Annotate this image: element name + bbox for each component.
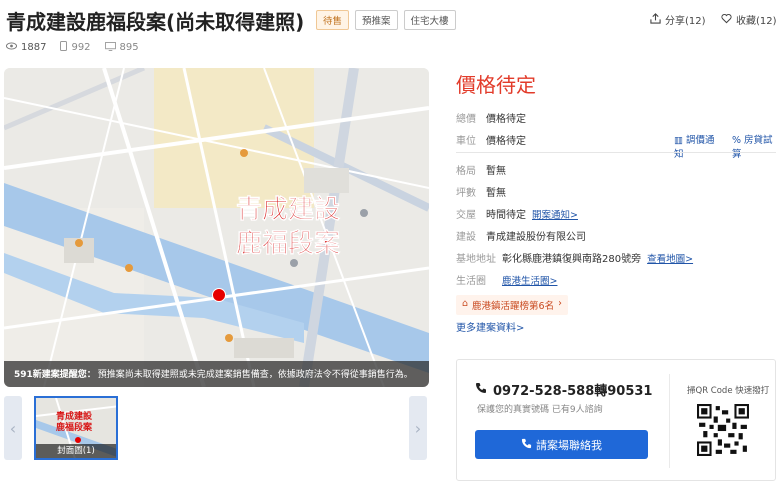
chevron-left-icon: ‹ xyxy=(9,418,17,438)
qr-code-icon xyxy=(697,404,749,456)
thumbnail-cover[interactable]: 青成建設 鹿福段案 封面圖(1) xyxy=(34,396,118,460)
info-row-parking: 車位 價格待定 xyxy=(456,136,526,147)
launch-notify-link[interactable]: 開案通知> xyxy=(532,207,578,221)
percent-icon: % xyxy=(731,135,742,146)
presale-notice: 591新建案提醒您： 預推案尚未取得建照或未完成建案銷售備查，依據政府法令不得從事… xyxy=(4,361,429,387)
total-views: 1887 xyxy=(6,41,46,54)
chart-icon: ▥ xyxy=(674,135,683,146)
price-status: 價格待定 xyxy=(456,73,536,97)
map-overlay-title: 青成建設 鹿福段案 xyxy=(236,195,341,260)
view-map-link[interactable]: 查看地圖> xyxy=(647,251,693,265)
request-callback-button[interactable]: 請案場聯絡我 xyxy=(475,430,648,459)
info-row-area: 坪數 暫無 xyxy=(456,188,506,199)
favorite-label: 收藏(12) xyxy=(736,16,777,27)
phone-icon xyxy=(521,438,532,452)
share-icon xyxy=(650,12,661,27)
info-row-delivery: 交屋 時間待定 開案通知> xyxy=(456,206,578,222)
tag-list: 待售 預推案 住宅大樓 xyxy=(316,10,456,30)
price-tools: ▥ 調價通知 % 房貸試算 xyxy=(674,132,780,160)
heart-icon xyxy=(721,13,732,27)
more-info-link[interactable]: 更多建案資料> xyxy=(456,319,524,334)
qr-label: 掃QR Code 快速撥打 xyxy=(687,386,770,396)
privacy-note: 保護您的真實號碼 已有9人諮詢 xyxy=(477,405,603,415)
type-badge: 住宅大樓 xyxy=(403,10,456,30)
location-pin xyxy=(212,288,226,302)
life-circle-link[interactable]: 鹿港生活圈> xyxy=(502,273,557,287)
divider xyxy=(456,152,776,153)
status-badge: 待售 xyxy=(316,10,350,30)
thumbnail-overlay-title: 青成建設 鹿福段案 xyxy=(56,412,93,433)
loan-calc-link[interactable]: % 房貸試算 xyxy=(732,132,780,160)
pc-views: 895 xyxy=(104,41,139,54)
info-row-address: 基地地址 彰化縣鹿港鎮復興南路280號旁 查看地圖> xyxy=(456,250,693,266)
main-photo[interactable]: 青成建設 鹿福段案 591新建案提醒您： 預推案尚未取得建照或未完成建案銷售備查，… xyxy=(4,68,429,387)
phone-icon xyxy=(475,382,487,398)
thumbnail-caption: 封面圖(1) xyxy=(36,444,116,458)
chevron-right-icon: › xyxy=(558,298,562,309)
page-title: 青成建設鹿福段案(尚未取得建照) xyxy=(6,10,305,34)
favorite-button[interactable]: 收藏(12) xyxy=(721,12,777,27)
info-row-layout: 格局 暫無 xyxy=(456,166,506,177)
home-icon: ⌂ xyxy=(462,298,469,309)
share-label: 分享(12) xyxy=(665,16,706,27)
presale-badge: 預推案 xyxy=(355,10,398,30)
info-row-lifecircle: 生活圈 鹿港生活圈> xyxy=(456,272,557,288)
eye-icon xyxy=(6,42,17,53)
phone-number: 0972-528-588轉90531 xyxy=(475,380,652,399)
ranking-badge[interactable]: ⌂ 鹿港鎮活躍榜第6名 › xyxy=(456,295,568,315)
next-arrow-button[interactable]: › xyxy=(409,396,427,460)
mobile-icon xyxy=(60,41,68,54)
price-alert-link[interactable]: ▥ 調價通知 xyxy=(674,132,722,160)
divider xyxy=(669,374,670,468)
mobile-views: 992 xyxy=(60,41,91,54)
info-row-total-price: 總價 價格待定 xyxy=(456,114,526,125)
share-button[interactable]: 分享(12) xyxy=(650,12,706,27)
contact-card: 0972-528-588轉90531 保護您的真實號碼 已有9人諮詢 請案場聯絡… xyxy=(456,359,776,481)
view-stats: 1887 992 895 xyxy=(6,41,139,54)
thumbnail-strip: ‹ 青成建設 鹿福段案 封面圖(1) › xyxy=(4,396,429,461)
info-row-builder: 建設 青成建設股份有限公司 xyxy=(456,232,586,243)
monitor-icon xyxy=(104,41,116,54)
chevron-right-icon: › xyxy=(414,418,422,438)
prev-arrow-button[interactable]: ‹ xyxy=(4,396,22,460)
map-graphic xyxy=(4,68,429,387)
